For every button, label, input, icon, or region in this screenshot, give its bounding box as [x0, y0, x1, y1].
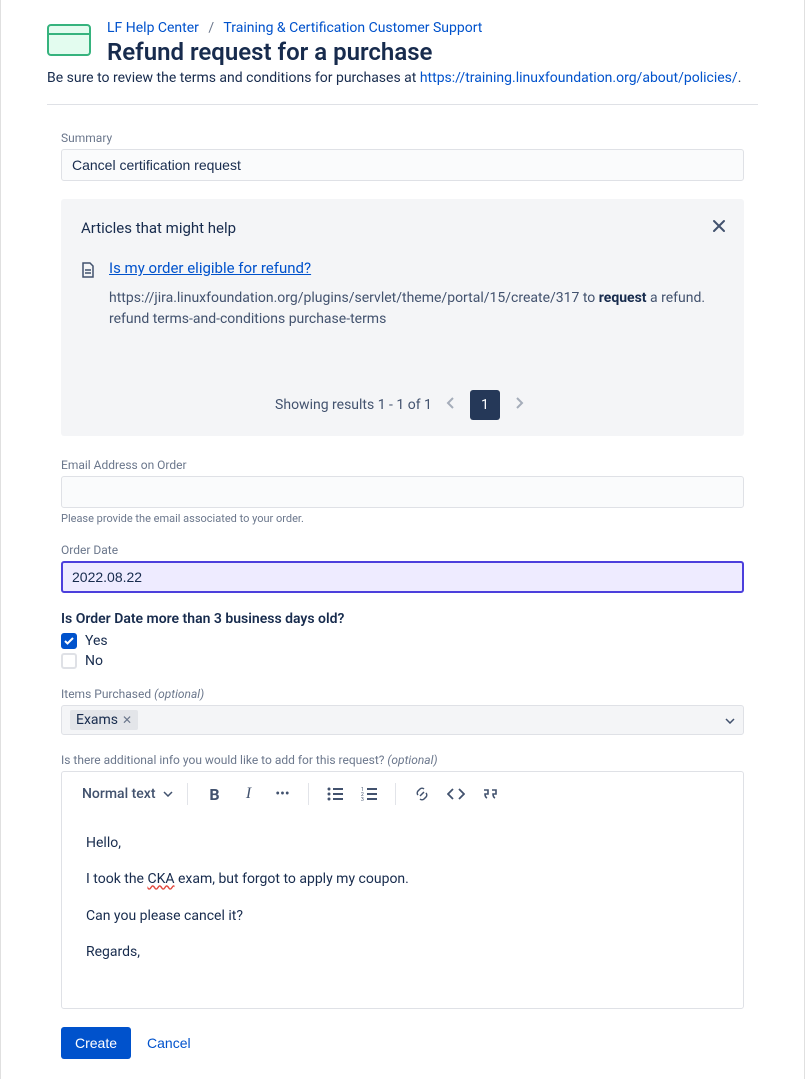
checkbox-no[interactable]: [61, 653, 77, 669]
more-format-icon[interactable]: •••: [270, 782, 294, 806]
pager-page-1[interactable]: 1: [470, 390, 500, 420]
cancel-button[interactable]: Cancel: [147, 1035, 191, 1051]
old-order-label: Is Order Date more than 3 business days …: [61, 611, 744, 627]
article-snippet: https://jira.linuxfoundation.org/plugins…: [109, 288, 724, 330]
items-tag-label: Exams: [76, 712, 118, 728]
breadcrumb-link-2[interactable]: Training & Certification Customer Suppor…: [223, 20, 482, 36]
quote-icon[interactable]: [478, 782, 502, 806]
summary-input[interactable]: [61, 149, 744, 181]
email-input[interactable]: [61, 476, 744, 508]
create-button[interactable]: Create: [61, 1027, 131, 1059]
bullet-list-icon[interactable]: [323, 782, 347, 806]
breadcrumb-sep: /: [208, 20, 214, 36]
article-link[interactable]: Is my order eligible for refund?: [109, 259, 311, 277]
items-tag: Exams ✕: [70, 710, 138, 730]
page-title: Refund request for a purchase: [107, 38, 758, 66]
link-icon[interactable]: [410, 782, 434, 806]
suggestions-panel: Articles that might help Is my order eli…: [61, 199, 744, 436]
email-label: Email Address on Order: [61, 458, 744, 472]
checkbox-yes-label: Yes: [85, 633, 108, 649]
pager-prev[interactable]: [440, 393, 462, 417]
chevron-down-icon: [725, 713, 735, 727]
code-icon[interactable]: [444, 782, 468, 806]
svg-text:3: 3: [361, 797, 364, 801]
items-select[interactable]: Exams ✕: [61, 705, 744, 735]
bold-icon[interactable]: B: [202, 782, 226, 806]
pager-next[interactable]: [508, 393, 530, 417]
checkbox-yes[interactable]: [61, 633, 77, 649]
policies-link[interactable]: https://training.linuxfoundation.org/abo…: [420, 70, 738, 86]
order-date-input[interactable]: [61, 561, 744, 593]
document-icon: [81, 262, 97, 282]
divider: [47, 104, 758, 105]
email-helper: Please provide the email associated to y…: [61, 512, 744, 525]
checkbox-no-label: No: [85, 653, 103, 669]
text-style-select[interactable]: Normal text: [82, 786, 173, 802]
pager: Showing results 1 - 1 of 1 1: [81, 390, 724, 420]
subheading-prefix: Be sure to review the terms and conditio…: [47, 70, 420, 86]
close-icon[interactable]: [712, 219, 726, 237]
breadcrumb: LF Help Center / Training & Certificatio…: [107, 20, 758, 36]
editor-body[interactable]: Hello, I took the CKA exam, but forgot t…: [62, 816, 743, 1008]
items-label: Items Purchased (optional): [61, 687, 744, 701]
brand-icon: [47, 24, 91, 56]
breadcrumb-link-1[interactable]: LF Help Center: [107, 20, 199, 36]
number-list-icon[interactable]: 123: [357, 782, 381, 806]
subheading-suffix: .: [738, 70, 742, 86]
editor-line-2: I took the CKA exam, but forgot to apply…: [86, 868, 719, 890]
rich-editor: Normal text B I ••• 123: [61, 771, 744, 1009]
editor-line-4: Regards,: [86, 941, 719, 963]
summary-label: Summary: [61, 131, 744, 145]
editor-toolbar: Normal text B I ••• 123: [62, 772, 743, 816]
additional-label: Is there additional info you would like …: [61, 753, 744, 767]
pager-text: Showing results 1 - 1 of 1: [275, 397, 432, 413]
editor-line-3: Can you please cancel it?: [86, 905, 719, 927]
tag-remove-icon[interactable]: ✕: [122, 713, 132, 727]
subheading: Be sure to review the terms and conditio…: [47, 70, 758, 86]
italic-icon[interactable]: I: [236, 782, 260, 806]
suggestions-title: Articles that might help: [81, 219, 724, 237]
order-date-label: Order Date: [61, 543, 744, 557]
editor-line-1: Hello,: [86, 832, 719, 854]
